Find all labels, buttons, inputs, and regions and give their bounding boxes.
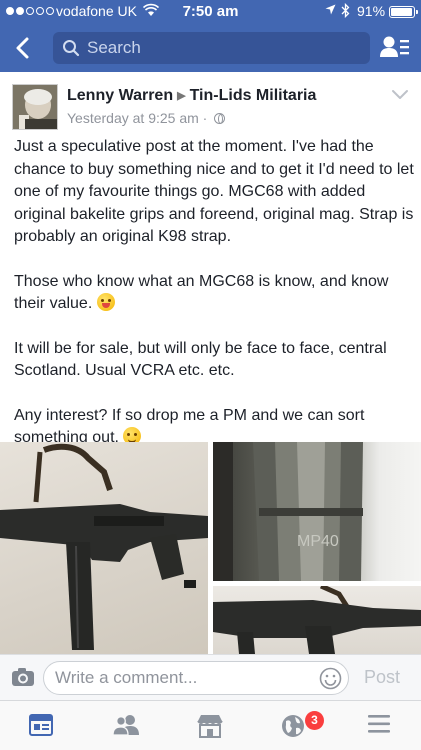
globe-notifications-icon	[282, 715, 304, 737]
post-paragraph: Those who know what an MGC68 is know, an…	[14, 272, 389, 313]
top-bar: vodafone UK 7:50 am 91%	[0, 0, 421, 72]
search-icon	[63, 40, 80, 57]
notifications-badge: 3	[305, 711, 324, 730]
camera-icon	[12, 668, 34, 686]
post-paragraph: It will be for sale, but will only be fa…	[14, 339, 387, 380]
shared-to-arrow-icon: ▶	[177, 90, 186, 102]
tab-marketplace[interactable]	[196, 713, 224, 739]
comment-input[interactable]	[55, 662, 305, 694]
author-name[interactable]: Lenny Warren	[67, 87, 173, 104]
battery-percent: 91%	[357, 3, 386, 19]
photo-engraving: MP40	[297, 533, 339, 550]
avatar[interactable]	[12, 84, 58, 130]
tab-friends[interactable]	[112, 713, 140, 739]
post-header: Lenny Warren ▶ Tin-Lids Militaria Yesterda…	[0, 72, 421, 134]
camera-button[interactable]	[11, 667, 35, 687]
sticker-button[interactable]	[319, 667, 342, 690]
post-text: Just a speculative post at the moment. I…	[14, 136, 414, 472]
post-photo-3[interactable]	[213, 586, 421, 654]
audience-globe-icon	[214, 113, 226, 124]
group-name[interactable]: Tin-Lids Militaria	[190, 87, 317, 104]
bottom-tab-bar	[0, 700, 421, 750]
tab-news-feed[interactable]	[29, 713, 57, 739]
post-meta: Yesterday at 9:25 am ·	[67, 110, 226, 126]
post-comment-button[interactable]: Post	[364, 667, 400, 688]
bluetooth-icon	[341, 2, 350, 21]
hamburger-menu-icon	[368, 715, 390, 733]
tab-notifications[interactable]	[280, 713, 308, 739]
marketplace-icon	[197, 715, 223, 738]
friends-icon	[112, 715, 139, 736]
comment-bar: Post	[0, 654, 421, 700]
battery-icon	[389, 6, 418, 18]
comment-field[interactable]	[43, 661, 349, 695]
post-author-line: Lenny Warren ▶ Tin-Lids Militaria	[67, 87, 316, 105]
post-timestamp[interactable]: Yesterday at 9:25 am ·	[67, 110, 207, 126]
post-options-button[interactable]	[391, 88, 409, 100]
back-button[interactable]	[10, 34, 38, 62]
post-photo-2[interactable]: MP40	[213, 442, 421, 581]
profile-photo	[13, 85, 57, 129]
friend-requests-button[interactable]	[379, 33, 411, 63]
search-bar[interactable]	[53, 32, 370, 64]
location-icon	[325, 4, 336, 18]
post-paragraph: Just a speculative post at the moment. I…	[14, 138, 414, 245]
tab-menu[interactable]	[366, 713, 394, 739]
back-arrow-icon	[16, 37, 29, 59]
smiley-icon	[319, 667, 342, 690]
post-photo-1[interactable]	[0, 442, 208, 654]
status-bar: vodafone UK 7:50 am 91%	[0, 0, 421, 24]
winking-tongue-emoji-icon	[96, 293, 115, 311]
search-input[interactable]	[87, 32, 357, 64]
news-feed-icon	[29, 714, 53, 736]
chevron-down-icon	[392, 90, 408, 99]
friend-list-icon	[380, 36, 409, 57]
